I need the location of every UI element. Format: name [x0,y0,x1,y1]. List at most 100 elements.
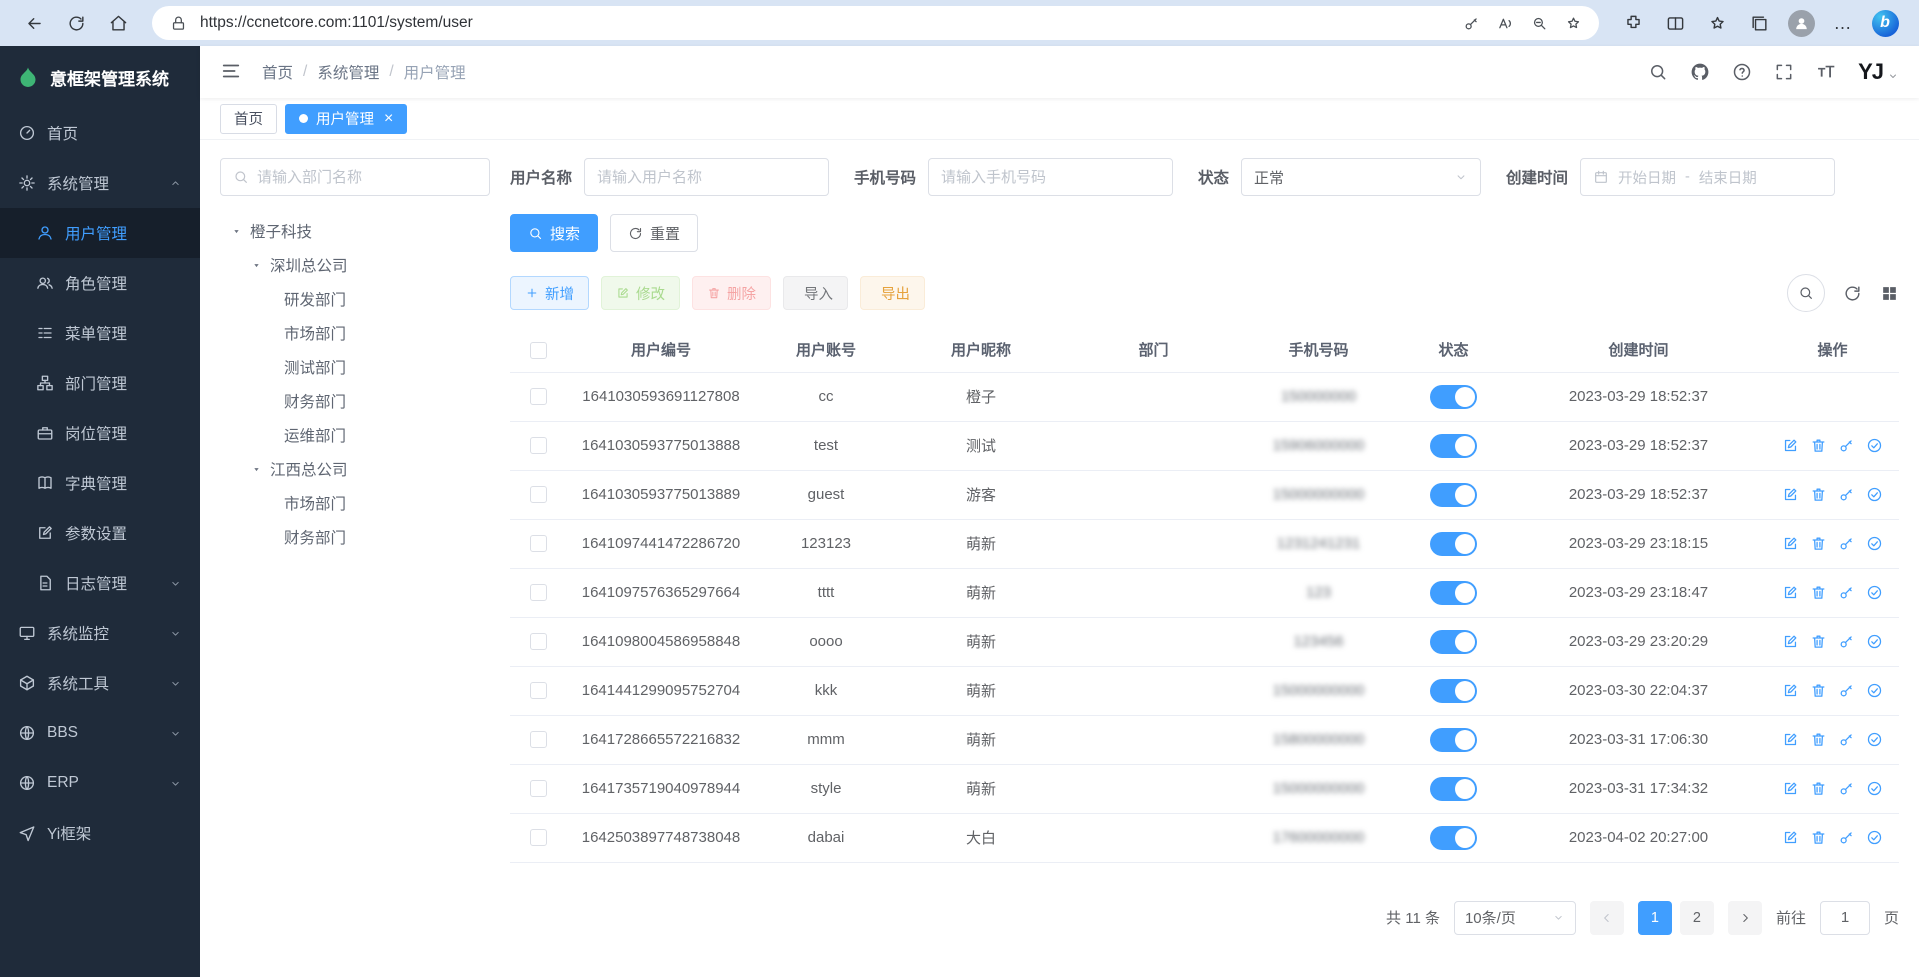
delete-icon[interactable] [1810,829,1828,847]
export-button[interactable]: 导出 [860,276,925,310]
status-toggle[interactable] [1430,630,1477,654]
user-avatar[interactable]: YJ [1858,61,1899,83]
delete-icon[interactable] [1810,584,1828,602]
dept-search-input[interactable] [257,169,477,186]
help-icon[interactable] [1732,62,1752,82]
page-number-button[interactable]: 2 [1680,901,1714,935]
edit-icon[interactable] [1782,731,1800,749]
tree-expand-icon[interactable] [250,259,263,272]
tree-node[interactable]: 江西总公司 [220,452,490,486]
column-settings-icon[interactable] [1880,284,1899,303]
delete-icon[interactable] [1810,682,1828,700]
edit-icon[interactable] [1782,486,1800,504]
reset-password-icon[interactable] [1838,682,1856,700]
delete-icon[interactable] [1810,633,1828,651]
sidebar-item-system[interactable]: 系统管理 [0,158,200,208]
tree-expand-icon[interactable] [230,225,243,238]
sidebar-item-log[interactable]: 日志管理 [0,558,200,608]
edit-icon[interactable] [1782,633,1800,651]
sidebar-item-dict[interactable]: 字典管理 [0,458,200,508]
status-select[interactable]: 正常 [1241,158,1481,196]
reset-password-icon[interactable] [1838,829,1856,847]
delete-icon[interactable] [1810,731,1828,749]
reset-button[interactable]: 重置 [610,214,698,252]
row-checkbox[interactable] [530,731,547,748]
delete-icon[interactable] [1810,535,1828,553]
row-checkbox[interactable] [530,535,547,552]
assign-role-icon[interactable] [1866,437,1884,455]
sidebar-item-role[interactable]: 角色管理 [0,258,200,308]
delete-icon[interactable] [1810,486,1828,504]
select-all-checkbox[interactable] [530,342,547,359]
tree-node[interactable]: 财务部门 [220,520,490,554]
site-lock-icon[interactable] [166,11,190,35]
status-toggle[interactable] [1430,679,1477,703]
prev-page-button[interactable] [1590,901,1624,935]
tree-node[interactable]: 市场部门 [220,316,490,350]
tree-node[interactable]: 深圳总公司 [220,248,490,282]
delete-button[interactable]: 删除 [692,276,771,310]
assign-role-icon[interactable] [1866,731,1884,749]
edit-icon[interactable] [1782,780,1800,798]
phone-input[interactable] [928,158,1173,196]
search-button[interactable]: 搜索 [510,214,598,252]
row-checkbox[interactable] [530,486,547,503]
assign-role-icon[interactable] [1866,682,1884,700]
row-checkbox[interactable] [530,633,547,650]
tab-close-icon[interactable]: × [384,111,393,127]
tab-active[interactable]: 用户管理× [285,104,407,134]
sidebar-item-erp[interactable]: ERP [0,758,200,808]
password-key-icon[interactable] [1459,11,1483,35]
extensions-icon[interactable] [1615,6,1651,40]
tree-node[interactable]: 运维部门 [220,418,490,452]
goto-page-input[interactable] [1820,901,1870,935]
tree-node[interactable]: 研发部门 [220,282,490,316]
delete-icon[interactable] [1810,780,1828,798]
import-button[interactable]: 导入 [783,276,848,310]
favorites-bar-icon[interactable] [1699,6,1735,40]
sidebar-item-monitor[interactable]: 系统监控 [0,608,200,658]
copilot-icon[interactable]: b [1867,6,1903,40]
tree-node[interactable]: 财务部门 [220,384,490,418]
row-checkbox[interactable] [530,682,547,699]
assign-role-icon[interactable] [1866,535,1884,553]
delete-icon[interactable] [1810,437,1828,455]
edit-icon[interactable] [1782,437,1800,455]
sidebar-item-bbs[interactable]: BBS [0,708,200,758]
assign-role-icon[interactable] [1866,633,1884,651]
refresh-table-icon[interactable] [1843,284,1862,303]
font-size-icon[interactable] [1816,62,1836,82]
tree-node[interactable]: 橙子科技 [220,214,490,248]
reset-password-icon[interactable] [1838,633,1856,651]
reset-password-icon[interactable] [1838,731,1856,749]
browser-home-icon[interactable] [100,6,136,40]
address-bar[interactable]: https://ccnetcore.com:1101/system/user [152,6,1599,40]
status-toggle[interactable] [1430,532,1477,556]
page-number-button[interactable]: 1 [1638,901,1672,935]
breadcrumb-item[interactable]: 系统管理 [317,61,379,83]
row-checkbox[interactable] [530,584,547,601]
assign-role-icon[interactable] [1866,829,1884,847]
assign-role-icon[interactable] [1866,486,1884,504]
tree-expand-icon[interactable] [250,463,263,476]
fullscreen-icon[interactable] [1774,62,1794,82]
profile-avatar[interactable] [1783,6,1819,40]
reset-password-icon[interactable] [1838,486,1856,504]
reload-icon[interactable] [58,6,94,40]
sidebar-item-post[interactable]: 岗位管理 [0,408,200,458]
status-toggle[interactable] [1430,434,1477,458]
status-toggle[interactable] [1430,483,1477,507]
edit-icon[interactable] [1782,584,1800,602]
edit-icon[interactable] [1782,829,1800,847]
sidebar-item-menu[interactable]: 菜单管理 [0,308,200,358]
zoom-out-icon[interactable] [1527,11,1551,35]
reset-password-icon[interactable] [1838,584,1856,602]
tab-item[interactable]: 首页 [220,104,277,134]
search-icon[interactable] [1648,62,1668,82]
sidebar-item-dept[interactable]: 部门管理 [0,358,200,408]
date-range-picker[interactable]: 开始日期 - 结束日期 [1580,158,1835,196]
status-toggle[interactable] [1430,728,1477,752]
github-icon[interactable] [1690,62,1710,82]
collapse-menu-icon[interactable] [220,60,244,84]
edit-icon[interactable] [1782,682,1800,700]
